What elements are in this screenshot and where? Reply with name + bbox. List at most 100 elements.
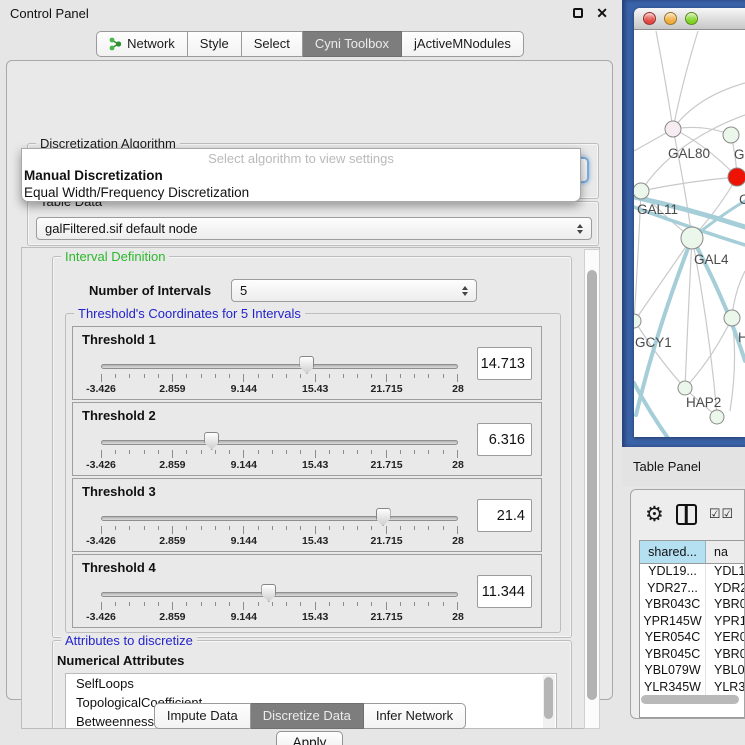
algorithm-options: Manual DiscretizationEqual Width/Frequen… <box>22 167 580 201</box>
threshold-value-field[interactable]: 21.4 <box>477 499 532 532</box>
attribute-item-selfloops[interactable]: SelfLoops <box>66 674 556 693</box>
threshold-slider-2[interactable]: -3.4262.8599.14415.4321.71528 <box>101 427 458 473</box>
table-row[interactable]: YBR043CYBR0 <box>640 597 744 614</box>
tab-infer-network[interactable]: Infer Network <box>364 703 466 729</box>
slider-scale-labels: -3.4262.8599.14415.4321.71528 <box>101 459 458 472</box>
tab-style[interactable]: Style <box>188 31 242 57</box>
cell-shared-name[interactable]: YER054C <box>640 630 706 647</box>
table-row[interactable]: YER054CYER0 <box>640 630 744 647</box>
network-node[interactable] <box>728 168 745 186</box>
tab-discretize-data[interactable]: Discretize Data <box>251 703 364 729</box>
table-panel-bar: Table Panel <box>622 447 745 486</box>
scale-tick-label: -3.426 <box>86 383 116 395</box>
table-header-row: shared... na <box>640 541 744 564</box>
cell-shared-name[interactable]: YDR27... <box>640 581 706 598</box>
cyni-toolbox-panel: Discretization Algorithm Select algorith… <box>6 60 613 700</box>
scale-tick-label: 2.859 <box>159 611 185 623</box>
slider-handle[interactable] <box>204 432 219 450</box>
threshold-value-field[interactable]: 6.316 <box>477 423 532 456</box>
close-traffic-light-icon[interactable] <box>643 12 656 25</box>
cell-shared-name[interactable]: YBR043C <box>640 597 706 614</box>
network-edge[interactable] <box>685 318 732 388</box>
cell-name[interactable]: YLR3 <box>706 680 744 697</box>
network-edge[interactable] <box>673 83 745 129</box>
table-row[interactable]: YBL079WYBL0 <box>640 663 744 680</box>
thresholds-group: Threshold's Coordinates for 5 Intervals … <box>65 313 561 633</box>
network-canvas[interactable]: GAL80G.CGAL11GAL4GCY1HHAP2 <box>634 31 745 437</box>
slider-handle[interactable] <box>299 356 314 374</box>
algorithm-option-equal-width-frequency-discretization[interactable]: Equal Width/Frequency Discretization <box>22 184 580 201</box>
table-row[interactable]: YDL19...YDL1 <box>640 564 744 581</box>
threshold-slider-1[interactable]: -3.4262.8599.14415.4321.71528 <box>101 351 458 397</box>
network-node[interactable] <box>723 127 739 143</box>
threshold-value-field[interactable]: 11.344 <box>477 575 532 608</box>
scale-tick-label: 15.43 <box>302 611 328 623</box>
node-label-gal11: GAL11 <box>637 202 678 217</box>
apply-button[interactable]: Apply <box>276 731 343 745</box>
cell-name[interactable]: YER0 <box>706 630 744 647</box>
slider-track[interactable] <box>101 592 458 597</box>
column-header-name[interactable]: na <box>706 541 744 563</box>
cell-shared-name[interactable]: YDL19... <box>640 564 706 581</box>
network-node[interactable] <box>724 310 740 326</box>
table-row[interactable]: YDR27...YDR2 <box>640 581 744 598</box>
cell-name[interactable]: YPR1 <box>706 614 744 631</box>
tab-label: Cyni Toolbox <box>315 36 389 51</box>
table-horizontal-scrollbar[interactable] <box>641 695 739 704</box>
cell-name[interactable]: YDR2 <box>706 581 744 598</box>
slider-handle[interactable] <box>376 508 391 526</box>
gear-icon[interactable]: ⚙ <box>645 504 664 525</box>
network-node[interactable] <box>681 227 703 249</box>
network-node[interactable] <box>634 183 649 199</box>
scale-tick-label: -3.426 <box>86 459 116 471</box>
cell-name[interactable]: YBR0 <box>706 597 744 614</box>
cell-shared-name[interactable]: YBR045C <box>640 647 706 664</box>
network-node[interactable] <box>710 410 724 424</box>
slider-track[interactable] <box>101 440 458 445</box>
slider-handle[interactable] <box>261 584 276 602</box>
cell-shared-name[interactable]: YLR345W <box>640 680 706 697</box>
select-columns-checkbox-icon[interactable]: ☑☑ <box>709 506 734 522</box>
tab-network[interactable]: Network <box>96 31 188 57</box>
close-icon[interactable]: ✕ <box>596 6 608 20</box>
slider-scale-labels: -3.4262.8599.14415.4321.71528 <box>101 383 458 396</box>
table-row[interactable]: YBR045CYBR0 <box>640 647 744 664</box>
settings-vertical-scrollbar[interactable] <box>584 249 600 729</box>
network-node[interactable] <box>634 314 641 328</box>
minimize-traffic-light-icon[interactable] <box>664 12 677 25</box>
cell-name[interactable]: YBL0 <box>706 663 744 680</box>
tab-select[interactable]: Select <box>242 31 303 57</box>
scale-tick-label: 2.859 <box>159 459 185 471</box>
thresholds-group-title: Threshold's Coordinates for 5 Intervals <box>74 306 305 321</box>
network-edge[interactable] <box>685 238 692 388</box>
tab-cyni-toolbox[interactable]: Cyni Toolbox <box>303 31 402 57</box>
column-header-shared-name[interactable]: shared... <box>640 541 706 563</box>
tab-impute-data[interactable]: Impute Data <box>154 703 251 729</box>
table-data-combo[interactable]: galFiltered.sif default node <box>36 217 592 240</box>
tab-label: Select <box>254 36 290 51</box>
algorithm-option-manual-discretization[interactable]: Manual Discretization <box>22 167 580 184</box>
network-edge[interactable] <box>656 31 673 129</box>
cell-shared-name[interactable]: YBL079W <box>640 663 706 680</box>
settings-scrollpane: Interval Definition Number of Intervals … <box>21 247 600 729</box>
num-intervals-combo[interactable]: 5 <box>231 279 477 302</box>
columns-icon[interactable] <box>676 504 697 525</box>
threshold-value-field[interactable]: 14.713 <box>477 347 532 380</box>
cell-name[interactable]: YBR0 <box>706 647 744 664</box>
network-node[interactable] <box>665 121 681 137</box>
slider-track[interactable] <box>101 516 458 521</box>
threshold-slider-4[interactable]: -3.4262.8599.14415.4321.71528 <box>101 579 458 625</box>
zoom-traffic-light-icon[interactable] <box>685 12 698 25</box>
network-edge[interactable] <box>636 238 692 319</box>
network-edge[interactable] <box>641 177 737 191</box>
threshold-slider-3[interactable]: -3.4262.8599.14415.4321.71528 <box>101 503 458 549</box>
scale-tick-label: 28 <box>452 611 464 623</box>
network-node[interactable] <box>678 381 692 395</box>
table-row[interactable]: YLR345WYLR3 <box>640 680 744 697</box>
slider-track[interactable] <box>101 364 458 369</box>
table-row[interactable]: YPR145WYPR1 <box>640 614 744 631</box>
float-window-icon[interactable] <box>573 8 583 18</box>
cell-shared-name[interactable]: YPR145W <box>640 614 706 631</box>
cell-name[interactable]: YDL1 <box>706 564 744 581</box>
tab-jactivemnodules[interactable]: jActiveMNodules <box>402 31 524 57</box>
